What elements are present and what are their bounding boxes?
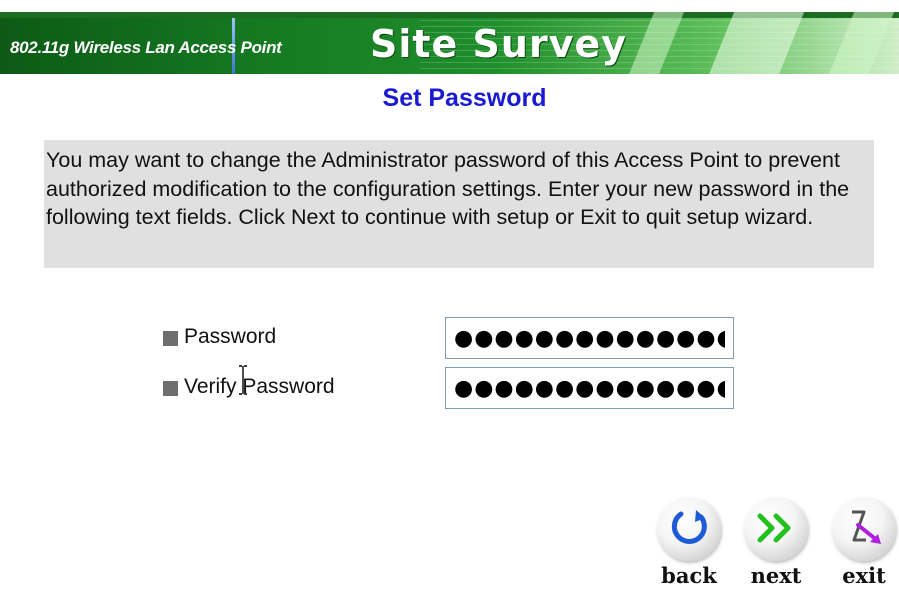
circular-arrow-icon: [657, 497, 721, 561]
verify-password-row: Verify Password: [163, 367, 743, 411]
text-cursor-icon: [239, 365, 247, 395]
password-label: Password: [184, 325, 277, 348]
exit-button[interactable]: exit: [828, 497, 899, 595]
verify-password-input[interactable]: [445, 367, 734, 409]
exit-arrow-icon: [832, 497, 896, 561]
header-banner: 802.11g Wireless Lan Access Point Site S…: [0, 12, 899, 74]
next-label: next: [750, 563, 802, 588]
square-bullet-icon: [163, 381, 178, 396]
banner-title: Site Survey: [370, 22, 628, 66]
instructions-text: You may want to change the Administrator…: [44, 140, 874, 268]
next-button[interactable]: next: [740, 497, 812, 595]
verify-password-label: Verify Password: [184, 375, 335, 398]
double-chevron-right-icon: [744, 497, 808, 561]
back-button[interactable]: back: [653, 497, 725, 595]
password-input[interactable]: [445, 317, 734, 359]
exit-label: exit: [842, 563, 886, 588]
password-row: Password: [163, 317, 743, 361]
banner-subtitle: 802.11g Wireless Lan Access Point: [10, 38, 282, 57]
square-bullet-icon: [163, 331, 178, 346]
wizard-page: 802.11g Wireless Lan Access Point Site S…: [0, 0, 899, 595]
page-title: Set Password: [382, 84, 547, 112]
back-label: back: [661, 563, 717, 588]
